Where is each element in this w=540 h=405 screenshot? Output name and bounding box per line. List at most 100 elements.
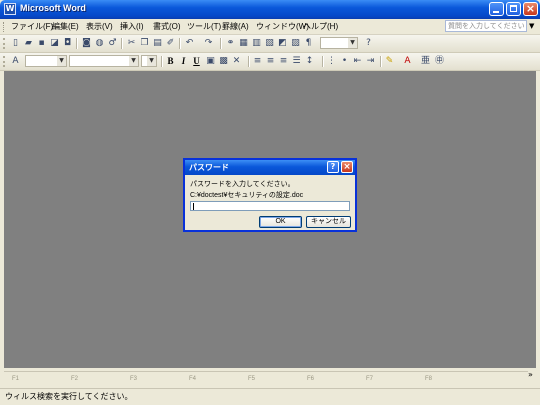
menu-format[interactable]: 書式(O) xyxy=(153,21,181,32)
menu-table[interactable]: 罫線(A) xyxy=(222,21,249,32)
maximize-icon xyxy=(510,5,517,12)
line-spacing-icon[interactable]: ↕ xyxy=(304,56,315,67)
fkey-f5[interactable]: F5 xyxy=(248,376,255,382)
help-icon[interactable]: ? xyxy=(363,38,374,49)
menu-edit[interactable]: 編集(E) xyxy=(52,21,79,32)
character-border-icon[interactable]: ▣ xyxy=(205,56,216,67)
menu-grip[interactable] xyxy=(3,22,7,32)
dialog-title-bar[interactable]: パスワード ? × xyxy=(185,160,355,175)
print-preview-icon[interactable]: ◍ xyxy=(94,38,105,49)
italic-button[interactable]: I xyxy=(178,56,189,67)
open-icon[interactable]: ▰ xyxy=(23,38,34,49)
font-size-combo[interactable]: ▼ xyxy=(141,55,157,67)
toolbar-separator xyxy=(76,38,78,49)
toolbar-grip[interactable] xyxy=(3,56,8,67)
enclose-characters-icon[interactable]: ㊥ xyxy=(434,56,445,67)
ok-button[interactable]: OK xyxy=(259,216,302,228)
underline-button[interactable]: U xyxy=(191,56,202,67)
minimize-button[interactable] xyxy=(489,2,504,16)
ask-question-input[interactable]: 質問を入力してください xyxy=(445,20,527,32)
fkey-f7[interactable]: F7 xyxy=(366,376,373,382)
toolbar-separator xyxy=(248,56,250,67)
drawing-icon[interactable]: ◩ xyxy=(277,38,288,49)
password-dialog: パスワード ? × パスワードを入力してください。 C:¥doctest¥セキュ… xyxy=(183,158,357,232)
permission-icon[interactable]: ◪ xyxy=(49,38,60,49)
menu-file[interactable]: ファイル(F) xyxy=(11,21,53,32)
minimize-icon xyxy=(493,11,499,13)
columns-icon[interactable]: ▧ xyxy=(264,38,275,49)
copy-icon[interactable]: ❐ xyxy=(139,38,150,49)
dialog-help-button[interactable]: ? xyxy=(327,161,339,173)
show-hide-icon[interactable]: ¶ xyxy=(303,38,314,49)
print-icon[interactable]: ◙ xyxy=(81,38,92,49)
redo-icon[interactable]: ↷ xyxy=(203,38,214,49)
format-painter-icon[interactable]: ✐ xyxy=(165,38,176,49)
title-bar[interactable]: W Microsoft Word × xyxy=(0,0,540,19)
menu-help[interactable]: ヘルプ(H) xyxy=(303,21,338,32)
toolbar-separator xyxy=(161,56,163,67)
increase-indent-icon[interactable]: ⇥ xyxy=(365,56,376,67)
word-window: W Microsoft Word × ファイル(F) 編集(E) 表示(V) 挿… xyxy=(0,0,540,405)
font-size-dropdown-arrow-icon[interactable]: ▼ xyxy=(147,56,156,66)
toolbar-separator xyxy=(179,38,181,49)
cut-icon[interactable]: ✂ xyxy=(126,38,137,49)
document-map-icon[interactable]: ▨ xyxy=(290,38,301,49)
zoom-dropdown-arrow-icon[interactable]: ▼ xyxy=(348,38,357,48)
password-prompt: パスワードを入力してください。 xyxy=(190,181,295,188)
character-scale-icon[interactable]: ✕ xyxy=(231,56,242,67)
chevron-down-icon[interactable]: » xyxy=(528,370,533,379)
fkey-f2[interactable]: F2 xyxy=(71,376,78,382)
menu-insert[interactable]: 挿入(I) xyxy=(120,21,144,32)
distributed-icon[interactable]: ☰ xyxy=(291,56,302,67)
character-shading-icon[interactable]: ▩ xyxy=(218,56,229,67)
maximize-button[interactable] xyxy=(506,2,521,16)
styles-pane-icon[interactable]: A xyxy=(10,56,21,67)
excel-icon[interactable]: ▥ xyxy=(251,38,262,49)
align-right-icon[interactable]: ≡ xyxy=(278,56,289,67)
help-dropdown-arrow-icon[interactable]: ▼ xyxy=(529,22,534,30)
word-app-icon[interactable]: W xyxy=(4,3,16,15)
menu-window[interactable]: ウィンドウ(W) xyxy=(256,21,309,32)
toolbar-grip[interactable] xyxy=(3,38,8,49)
paste-icon[interactable]: ▤ xyxy=(152,38,163,49)
style-combo[interactable]: ▼ xyxy=(25,55,67,67)
font-color-icon[interactable]: A xyxy=(402,56,413,67)
dialog-close-button[interactable]: × xyxy=(341,161,353,173)
fkey-f4[interactable]: F4 xyxy=(189,376,196,382)
fkey-f3[interactable]: F3 xyxy=(130,376,137,382)
numbering-icon[interactable]: ⋮ xyxy=(326,56,337,67)
fkey-f1[interactable]: F1 xyxy=(12,376,19,382)
zoom-combo[interactable]: ▼ xyxy=(320,37,358,49)
align-left-icon[interactable]: ≡ xyxy=(252,56,263,67)
formatting-toolbar: A ▼ ▼ ▼ B I U ▣ ▩ ✕ ≡ ≡ ≡ ☰ ↕ ⋮ • ⇤ ⇥ ✎ … xyxy=(0,53,540,71)
status-bar: ウィルス検索を実行してください。 xyxy=(0,388,540,405)
hyperlink-icon[interactable]: ⚭ xyxy=(225,38,236,49)
fkey-f8[interactable]: F8 xyxy=(425,376,432,382)
phonetic-guide-icon[interactable]: 亜 xyxy=(420,56,431,67)
text-caret xyxy=(193,203,194,210)
document-path: C:¥doctest¥セキュリティの設定.doc xyxy=(190,192,304,199)
menu-tools[interactable]: ツール(T) xyxy=(187,21,221,32)
password-input[interactable] xyxy=(190,201,350,211)
close-button[interactable]: × xyxy=(523,2,538,16)
function-key-bar: F1 F2 F3 F4 F5 F6 F7 F8 xyxy=(4,371,528,388)
align-center-icon[interactable]: ≡ xyxy=(265,56,276,67)
menu-view[interactable]: 表示(V) xyxy=(86,21,113,32)
new-icon[interactable]: ▯ xyxy=(10,38,21,49)
standard-toolbar: ▯ ▰ ▪ ◪ ◘ ◙ ◍ ♂ ✂ ❐ ▤ ✐ ↶ ↷ ⚭ ▦ ▥ ▧ ◩ ▨ … xyxy=(0,35,540,53)
style-dropdown-arrow-icon[interactable]: ▼ xyxy=(57,56,66,66)
font-combo[interactable]: ▼ xyxy=(69,55,139,67)
dialog-title: パスワード xyxy=(189,163,229,172)
bold-button[interactable]: B xyxy=(165,56,176,67)
cancel-button[interactable]: キャンセル xyxy=(306,216,351,228)
font-dropdown-arrow-icon[interactable]: ▼ xyxy=(129,56,138,66)
bullets-icon[interactable]: • xyxy=(339,56,350,67)
spelling-icon[interactable]: ♂ xyxy=(107,38,118,49)
table-icon[interactable]: ▦ xyxy=(238,38,249,49)
highlight-icon[interactable]: ✎ xyxy=(384,56,395,67)
fkey-f6[interactable]: F6 xyxy=(307,376,314,382)
research-icon[interactable]: ◘ xyxy=(62,38,73,49)
undo-icon[interactable]: ↶ xyxy=(184,38,195,49)
decrease-indent-icon[interactable]: ⇤ xyxy=(352,56,363,67)
save-icon[interactable]: ▪ xyxy=(36,38,47,49)
